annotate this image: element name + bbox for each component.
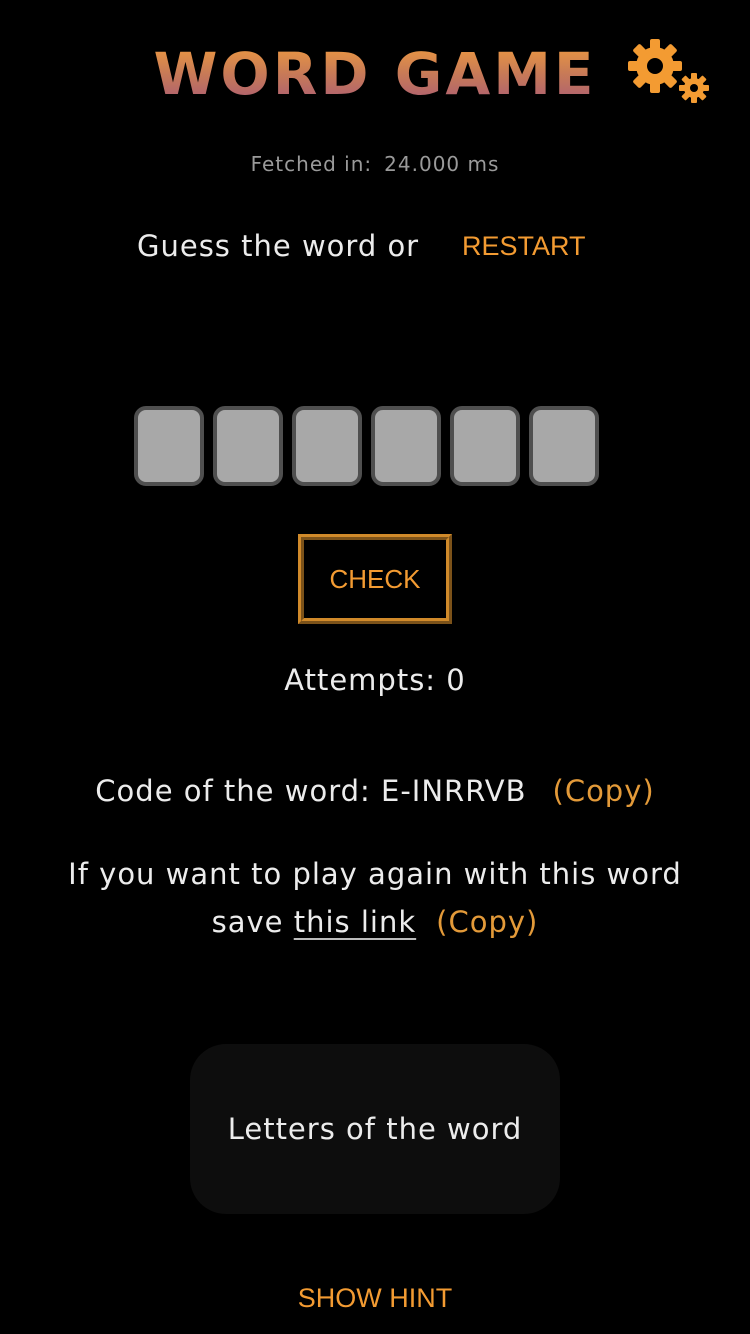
- fetch-time-label: Fetched in:: [250, 152, 373, 176]
- replay-prefix: save: [211, 905, 284, 939]
- replay-info: If you want to play again with this word…: [0, 850, 750, 946]
- show-hint-button[interactable]: SHOW HINT: [0, 1280, 750, 1316]
- letters-panel-label: Letters of the word: [227, 1112, 523, 1146]
- word-code-label: Code of the word:: [95, 774, 371, 808]
- settings-button[interactable]: [626, 38, 716, 106]
- guess-prompt: Guess the word or: [137, 229, 420, 263]
- letter-box-1[interactable]: [134, 406, 204, 486]
- check-button[interactable]: CHECK: [298, 534, 452, 624]
- letter-box-6[interactable]: [529, 406, 599, 486]
- replay-text: If you want to play again with this word: [68, 857, 682, 891]
- letter-box-4[interactable]: [371, 406, 441, 486]
- fetch-time: Fetched in: 24.000 ms: [0, 150, 750, 178]
- restart-button[interactable]: RESTART: [462, 226, 586, 266]
- letters-panel: Letters of the word: [190, 1044, 560, 1214]
- replay-link[interactable]: this link: [294, 905, 416, 939]
- copy-link-button[interactable]: (Copy): [436, 905, 538, 939]
- word-code: Code of the word: E-INRRVB (Copy): [0, 771, 750, 811]
- letter-box-5[interactable]: [450, 406, 520, 486]
- word-code-value: E-INRRVB: [381, 774, 527, 808]
- fetch-time-value: 24.000 ms: [384, 152, 500, 176]
- attempts-counter: Attempts: 0: [0, 660, 750, 700]
- gears-icon: [628, 39, 709, 103]
- attempts-label: Attempts:: [284, 663, 437, 697]
- copy-code-button[interactable]: (Copy): [553, 774, 655, 808]
- letter-input-row: [134, 406, 599, 486]
- letter-box-3[interactable]: [292, 406, 362, 486]
- letter-box-2[interactable]: [213, 406, 283, 486]
- attempts-value: 0: [446, 663, 466, 697]
